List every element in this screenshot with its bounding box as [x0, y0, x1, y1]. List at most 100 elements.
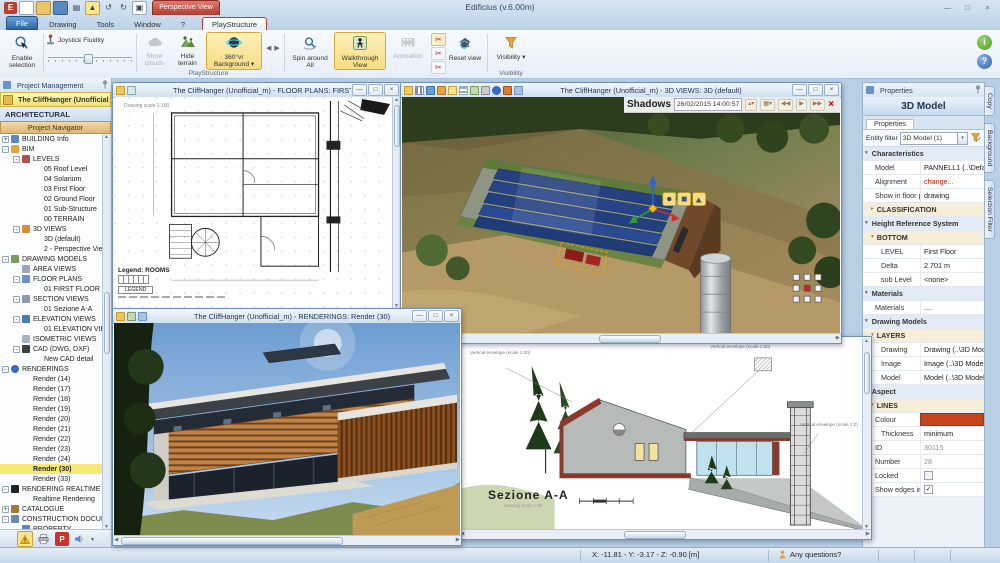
- tree-item[interactable]: AREA VIEWS: [0, 264, 111, 274]
- edit-table-icon[interactable]: [127, 86, 136, 95]
- tree-scrollbar[interactable]: ▲▼: [102, 134, 111, 530]
- globe-icon[interactable]: [492, 86, 501, 95]
- tab-properties[interactable]: Properties: [866, 119, 914, 129]
- render-titlebar[interactable]: The CliffHanger (Unofficial_m) - RENDERI…: [113, 309, 461, 324]
- property-row[interactable]: Show in floor plan drawing: [863, 189, 984, 203]
- tree-item[interactable]: 00 TERRAIN: [0, 214, 111, 224]
- print-icon[interactable]: ▤: [70, 2, 83, 14]
- tree-item[interactable]: 05 Roof Level: [0, 164, 111, 174]
- tree-item[interactable]: + CATALOGUE: [0, 504, 111, 514]
- property-row[interactable]: Thickness minimum: [863, 427, 984, 441]
- print-icon[interactable]: [481, 86, 490, 95]
- property-row[interactable]: Image Image (..\3D Model: [863, 357, 984, 371]
- window-close-button[interactable]: ×: [384, 84, 399, 96]
- close-button[interactable]: ×: [979, 2, 996, 15]
- property-row[interactable]: Height Reference System: [863, 217, 984, 231]
- tree-item[interactable]: 04 Solarium: [0, 174, 111, 184]
- tab-tools[interactable]: Tools: [88, 18, 124, 30]
- new-file-icon[interactable]: [19, 1, 34, 15]
- joystick-slider-thumb[interactable]: [84, 54, 93, 64]
- tree-item[interactable]: Render (22): [0, 434, 111, 444]
- shadows-close-icon[interactable]: ×: [828, 99, 834, 111]
- property-row[interactable]: LINES: [863, 399, 984, 413]
- hide-terrain-button[interactable]: Hide terrain: [172, 32, 203, 70]
- gallery-icon[interactable]: [426, 86, 435, 95]
- open-file-icon[interactable]: [36, 1, 51, 15]
- export-icon[interactable]: [127, 312, 136, 321]
- calendar-dropdown-icon[interactable]: ▦▾: [760, 99, 775, 111]
- reset-view-button[interactable]: Reset view: [447, 32, 483, 70]
- pin-icon[interactable]: [975, 85, 981, 96]
- tree-item[interactable]: Render (30): [0, 464, 111, 474]
- tree-expander[interactable]: -: [13, 226, 20, 233]
- threed-hscrollbar[interactable]: ◀▶: [401, 333, 841, 343]
- window-restore-button[interactable]: □: [368, 84, 383, 96]
- tree-item[interactable]: - CAD (DWG, DXF): [0, 344, 111, 354]
- scissors-icon-2[interactable]: ✂: [431, 47, 446, 60]
- vr-background-button[interactable]: 360°vr Background ▾: [206, 32, 262, 70]
- project-navigator-button[interactable]: Project Navigator: [0, 121, 111, 134]
- tree-item[interactable]: 2 - Perspective View: [0, 244, 111, 254]
- tree-item[interactable]: Render (14): [0, 374, 111, 384]
- tree-expander[interactable]: -: [13, 276, 20, 283]
- pin-icon[interactable]: [102, 80, 108, 91]
- enable-selection-button[interactable]: Enable selection: [2, 32, 42, 70]
- tree-item[interactable]: 03 First Floor: [0, 184, 111, 194]
- tree-expander[interactable]: -: [2, 256, 9, 263]
- info-button[interactable]: i: [977, 35, 992, 50]
- current-project-field[interactable]: The CliffHanger (Unofficial_: [0, 92, 111, 107]
- play-back-icon[interactable]: ◀◀: [778, 99, 793, 111]
- tab-selection-filter[interactable]: Selection Filter: [985, 180, 995, 239]
- walkthrough-view-button[interactable]: Walkthrough View: [334, 32, 386, 70]
- export-icon[interactable]: [470, 86, 479, 95]
- property-row[interactable]: LAYERS: [863, 329, 984, 343]
- tree-item[interactable]: Render (33): [0, 474, 111, 484]
- tree-item[interactable]: 01 FIRST FLOOR: [0, 284, 111, 294]
- tree-item[interactable]: Render (24): [0, 454, 111, 464]
- window-restore-button[interactable]: □: [808, 84, 823, 96]
- tree-expander[interactable]: -: [2, 366, 9, 373]
- floorplan-titlebar[interactable]: The CliffHanger (Unofficial_m) - FLOOR P…: [113, 83, 401, 98]
- pencil-icon[interactable]: [503, 86, 512, 95]
- window-restore-button[interactable]: □: [428, 310, 443, 322]
- property-row[interactable]: Show edges in 3D: [863, 483, 984, 497]
- property-row[interactable]: sub Level <none>: [863, 273, 984, 287]
- tree-expander[interactable]: -: [13, 156, 20, 163]
- tree-expander[interactable]: +: [2, 136, 9, 143]
- property-row[interactable]: Characteristics: [863, 147, 984, 161]
- property-row[interactable]: Materials ....: [863, 301, 984, 315]
- window-minimize-button[interactable]: —: [792, 84, 807, 96]
- context-tab-perspective-view[interactable]: Perspective View: [152, 0, 220, 15]
- property-row[interactable]: BOTTOM: [863, 231, 984, 245]
- tree-item[interactable]: - BIM: [0, 144, 111, 154]
- tree-item[interactable]: - LEVELS: [0, 154, 111, 164]
- play-forward-icon[interactable]: ▶▶: [810, 99, 825, 111]
- warning-icon[interactable]: [17, 531, 33, 547]
- tree-item[interactable]: 01 Sezione A-A: [0, 304, 111, 314]
- property-row[interactable]: Model PANNELL1 (..\Defau: [863, 161, 984, 175]
- tab-help[interactable]: ?: [172, 18, 194, 30]
- property-row[interactable]: Materials: [863, 287, 984, 301]
- select-cursor-icon[interactable]: [448, 86, 457, 95]
- tree-item[interactable]: New CAD detail: [0, 354, 111, 364]
- render-hscrollbar[interactable]: ◀▶: [113, 535, 461, 545]
- animation-button[interactable]: Animation: [388, 32, 428, 70]
- render-canvas[interactable]: [114, 323, 460, 536]
- tree-item[interactable]: - DRAWING MODELS: [0, 254, 111, 264]
- selection-handles-widget[interactable]: [793, 274, 821, 302]
- tree-expander[interactable]: -: [2, 516, 9, 523]
- tree-expander[interactable]: -: [2, 486, 9, 493]
- section-canvas[interactable]: Vertical envelope (scale 1:20) Vertical …: [460, 338, 862, 530]
- select-cursor-icon[interactable]: ▲: [85, 1, 100, 15]
- tab-window[interactable]: Window: [125, 18, 170, 30]
- tree-item[interactable]: Render (19): [0, 404, 111, 414]
- pdf-icon[interactable]: P: [55, 532, 69, 546]
- tree-item[interactable]: Render (20): [0, 414, 111, 424]
- visibility-button[interactable]: Visibility ▾: [491, 32, 531, 70]
- share-icon[interactable]: [138, 312, 147, 321]
- datetime-spinner[interactable]: ▴▾: [745, 99, 757, 111]
- minimize-button[interactable]: —: [939, 2, 956, 15]
- window-close-button[interactable]: ×: [444, 310, 459, 322]
- speaker-icon[interactable]: [73, 532, 87, 546]
- section-hscrollbar[interactable]: ◀▶: [459, 529, 871, 539]
